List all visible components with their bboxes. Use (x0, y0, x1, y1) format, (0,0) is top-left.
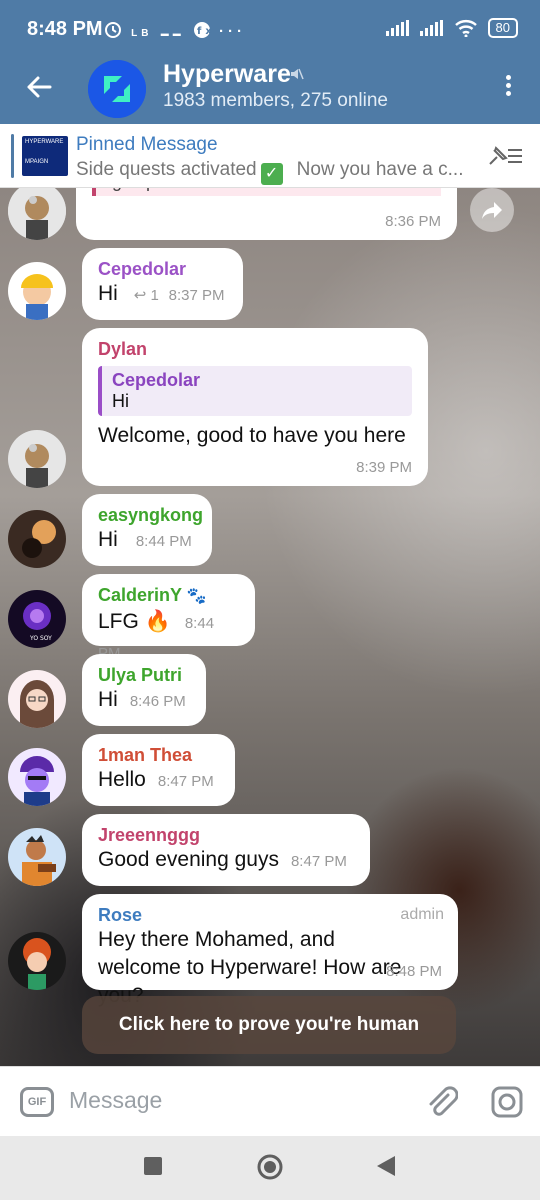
message-time: 8:37 PM (168, 287, 225, 304)
message-text: Good evening guys 8:47 PM (98, 848, 347, 871)
message-time: 8:46 PM (129, 693, 186, 710)
back-arrow-icon[interactable] (22, 70, 56, 104)
overflow-menu-icon[interactable] (498, 72, 518, 102)
message-bubble[interactable]: easyngkong Hi 8:44 PM (82, 494, 212, 566)
camera-icon[interactable] (490, 1085, 524, 1119)
pinned-thumbnail: HYPERWARE MPAIGN (22, 136, 68, 176)
avatar[interactable] (8, 430, 66, 488)
chat-header: Hyperware 1983 members, 275 online (0, 60, 540, 124)
more-icon: ··· (219, 23, 247, 40)
sender-name[interactable]: Cepedolar (98, 258, 227, 280)
alarm-icon (105, 22, 121, 38)
message-bubble[interactable]: 1man Thea Hello 8:47 PM (82, 734, 235, 806)
status-icons: LB ▬▬ fx ··· (103, 19, 246, 40)
sender-name[interactable]: easyngkong (98, 504, 203, 526)
pinned-text: Side quests activated ✓ Now you have a c..… (76, 159, 471, 185)
gif-icon[interactable]: GIF (20, 1087, 54, 1117)
wifi-icon (454, 20, 477, 37)
message-time: 8:44 PM (135, 533, 192, 550)
pinned-text-end: Now you have a c... (296, 159, 464, 180)
avatar[interactable] (8, 670, 66, 728)
reply-quote[interactable]: Cepedolar Hi (98, 366, 412, 416)
message-time: 8:36 PM (385, 213, 441, 230)
thumb-text: HYPERWARE (25, 139, 64, 145)
hyperware-logo-icon (88, 60, 146, 118)
avatar[interactable] (8, 748, 66, 806)
reply-sender: Cepedolar (112, 370, 201, 390)
message-text: lightspeed. (92, 188, 441, 196)
avatar[interactable] (8, 828, 66, 886)
sender-name[interactable]: 1man Thea (98, 744, 219, 766)
avatar[interactable] (8, 188, 66, 240)
admin-badge: admin (400, 906, 444, 923)
reply-text: Hi (112, 391, 129, 411)
avatar[interactable] (8, 932, 66, 990)
sender-name[interactable]: CalderinY 🐾 (98, 584, 239, 608)
message-bubble[interactable]: Ulya Putri Hi 8:46 PM (82, 654, 206, 726)
app-icon: ▬▬ (160, 29, 185, 38)
home-icon[interactable] (256, 1153, 284, 1181)
recents-icon[interactable] (143, 1156, 163, 1176)
message-bubble[interactable]: Rose admin Hey there Mohamed, and welcom… (82, 894, 458, 1007)
group-avatar[interactable] (88, 60, 146, 118)
pinned-indicator (11, 134, 14, 178)
message-bubble[interactable]: CalderinY 🐾 LFG 🔥8:44 PM (82, 574, 255, 662)
battery-indicator: 80 (487, 18, 518, 38)
sender-name[interactable]: Rose (98, 904, 442, 926)
status-right: 80 (385, 18, 518, 38)
group-title[interactable]: Hyperware (163, 60, 291, 89)
fire-icon: 🔥 (144, 610, 171, 633)
message-time: 8:47 PM (157, 773, 214, 790)
sender-name[interactable]: Ulya Putri (98, 664, 190, 686)
svg-text:fx: fx (197, 26, 211, 37)
group-subtitle: 1983 members, 275 online (163, 90, 388, 111)
system-nav-bar (0, 1136, 540, 1200)
message-input[interactable]: Message (69, 1087, 162, 1114)
avatar[interactable] (8, 510, 66, 568)
message-bubble[interactable]: Dylan Cepedolar Hi Welcome, good to have… (82, 328, 428, 486)
forward-icon[interactable] (470, 188, 514, 232)
message-bubble[interactable]: Jreeennggg Good evening guys 8:47 PM (82, 814, 370, 886)
message-text: Welcome, good to have you here (98, 424, 406, 447)
message-time: 8:47 PM (290, 853, 347, 870)
sender-name[interactable]: Dylan (98, 338, 412, 360)
pinned-message-bar[interactable]: HYPERWARE MPAIGN Pinned Message Side que… (0, 124, 540, 188)
message-time: 8:39 PM (356, 459, 412, 476)
attach-icon[interactable] (424, 1085, 458, 1119)
back-nav-icon[interactable] (375, 1154, 397, 1178)
signal-2-icon (419, 20, 443, 36)
signal-icon (385, 20, 409, 36)
avatar[interactable] (8, 262, 66, 320)
paw-icon: 🐾 (186, 588, 207, 605)
message-text: Hi 8:44 PM (98, 528, 192, 551)
thumb-text-2: MPAIGN (25, 159, 49, 165)
status-time: 8:48 PM (27, 18, 103, 40)
message-text: Hi ↩ 1 8:37 PM (98, 282, 225, 305)
message-composer: GIF Message (0, 1066, 540, 1136)
mute-icon (291, 68, 304, 80)
sender-name[interactable]: Jreeennggg (98, 824, 354, 846)
check-mark-icon: ✓ (260, 163, 283, 185)
pin-list-icon[interactable] (486, 142, 524, 170)
message-text: Hello 8:47 PM (98, 768, 214, 791)
fx-icon: fx (193, 22, 212, 38)
status-bar: 8:48 PM LB ▬▬ fx ··· 80 (0, 0, 540, 60)
pinned-text-start: Side quests activated (76, 159, 257, 180)
lb-icon: LB (131, 28, 153, 39)
pinned-title: Pinned Message (76, 134, 218, 155)
chat-area[interactable]: lightspeed. 8:36 PM Cepedolar Hi ↩ 1 8:3… (0, 188, 540, 1066)
reply-count[interactable]: ↩ 1 (134, 287, 159, 304)
message-text: Hi 8:46 PM (98, 688, 186, 711)
prove-human-button[interactable]: Click here to prove you're human (82, 996, 456, 1054)
message-bubble[interactable]: lightspeed. 8:36 PM (76, 188, 457, 240)
avatar[interactable]: YO SOY (8, 590, 66, 648)
message-time: 8:48 PM (386, 963, 442, 980)
svg-text:YO SOY: YO SOY (29, 635, 52, 642)
message-bubble[interactable]: Cepedolar Hi ↩ 1 8:37 PM (82, 248, 243, 320)
